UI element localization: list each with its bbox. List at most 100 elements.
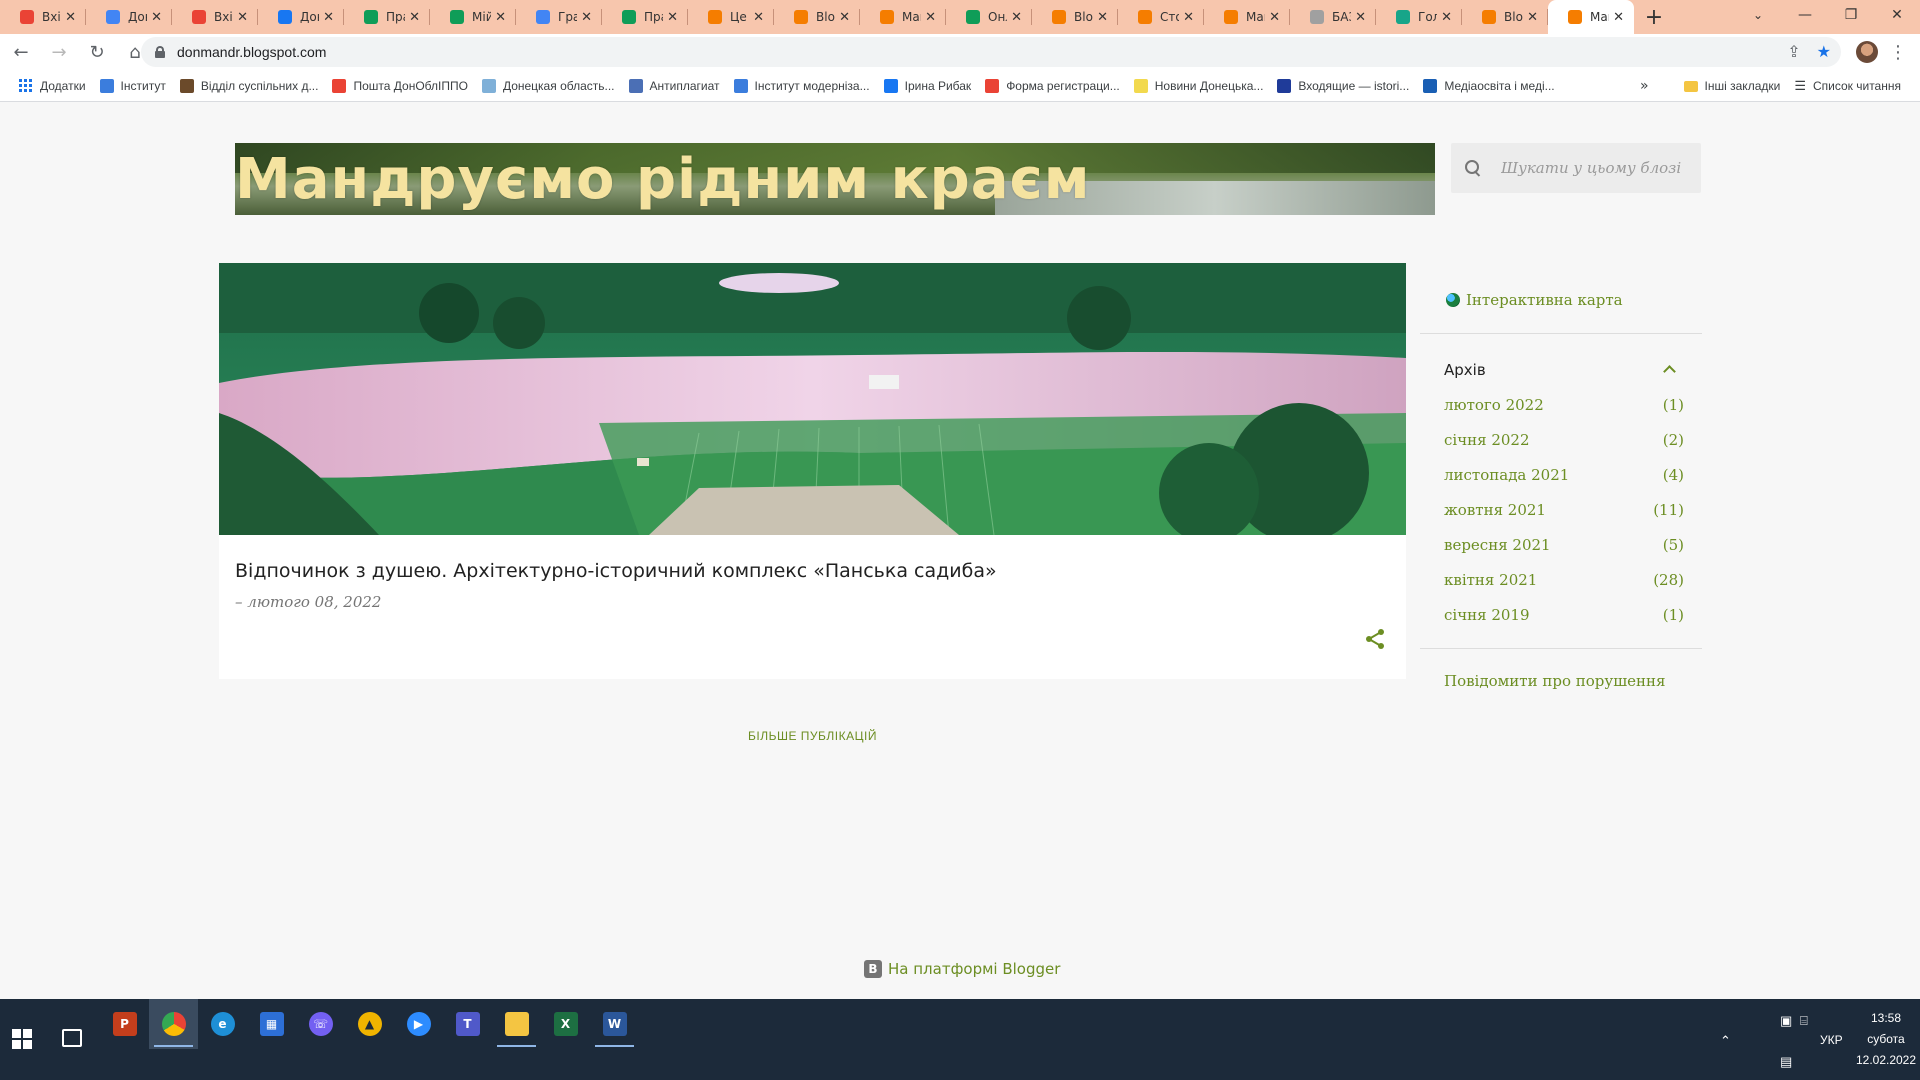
bookmark-item[interactable]: Інститут модернiза... — [727, 74, 877, 98]
bookmark-item[interactable]: Донецкая область... — [475, 74, 622, 98]
taskbar-app[interactable]: e — [198, 999, 247, 1049]
archive-item[interactable]: січня 2019 (1) — [1444, 606, 1684, 641]
blogger-footer-link[interactable]: B На платформі Blogger — [864, 960, 1060, 978]
close-tab-icon[interactable]: ✕ — [925, 10, 936, 25]
browser-tab[interactable]: Ман ✕ — [860, 0, 946, 34]
network-icon[interactable]: ⌸ — [1800, 1013, 1808, 1029]
close-tab-icon[interactable]: ✕ — [753, 10, 764, 25]
archive-item[interactable]: лютого 2022 (1) — [1444, 396, 1684, 431]
browser-tab[interactable]: Дон ✕ — [86, 0, 172, 34]
browser-tab[interactable]: Blog ✕ — [1462, 0, 1548, 34]
apps-shortcut[interactable]: Додатки — [12, 74, 93, 98]
browser-tab[interactable]: Ман ✕ — [1548, 0, 1634, 34]
archive-month[interactable]: вересня 2021 — [1444, 536, 1551, 571]
blog-search[interactable] — [1451, 143, 1701, 193]
close-tab-icon[interactable]: ✕ — [1269, 10, 1280, 25]
close-tab-icon[interactable]: ✕ — [495, 10, 506, 25]
browser-tab[interactable]: БАЗ ✕ — [1290, 0, 1376, 34]
browser-tab[interactable]: Стор✕ — [1118, 0, 1204, 34]
bookmarks-overflow-button[interactable]: » — [1640, 74, 1649, 98]
taskbar-app[interactable] — [149, 999, 198, 1049]
taskbar-app[interactable]: X — [541, 999, 590, 1049]
taskbar-app[interactable]: P — [100, 999, 149, 1049]
browser-tab[interactable]: Це з ✕ — [688, 0, 774, 34]
more-posts-link[interactable]: Більше публікацій — [0, 729, 1625, 743]
browser-tab[interactable]: Мій ✕ — [430, 0, 516, 34]
browser-tab[interactable]: Пра ✕ — [602, 0, 688, 34]
task-view-icon[interactable] — [62, 1029, 82, 1047]
archive-item[interactable]: жовтня 2021 (11) — [1444, 501, 1684, 536]
browser-tab[interactable]: Blog ✕ — [1032, 0, 1118, 34]
browser-tab[interactable]: Blog ✕ — [774, 0, 860, 34]
close-tab-icon[interactable]: ✕ — [1011, 10, 1022, 25]
taskbar-app[interactable]: ▲ — [345, 999, 394, 1049]
archive-item[interactable]: листопада 2021 (4) — [1444, 466, 1684, 501]
close-tab-icon[interactable]: ✕ — [667, 10, 678, 25]
lock-icon[interactable] — [155, 46, 165, 58]
close-tab-icon[interactable]: ✕ — [65, 10, 76, 25]
close-tab-icon[interactable]: ✕ — [1097, 10, 1108, 25]
close-tab-icon[interactable]: ✕ — [1441, 10, 1452, 25]
restore-button[interactable]: ❐ — [1828, 0, 1874, 30]
close-window-button[interactable]: ✕ — [1874, 0, 1920, 30]
search-input[interactable] — [1501, 159, 1691, 177]
close-tab-icon[interactable]: ✕ — [1613, 10, 1624, 25]
archive-title[interactable]: Архів — [1444, 361, 1486, 379]
share-icon[interactable] — [1364, 628, 1386, 650]
blog-header-banner[interactable]: Мандруємо рідним краєм — [235, 143, 1435, 215]
bookmark-item[interactable]: Входящие — istori... — [1270, 74, 1416, 98]
profile-avatar[interactable] — [1856, 41, 1878, 63]
post-title[interactable]: Відпочинок з душею. Архітектурно-історич… — [235, 560, 997, 582]
meet-now-icon[interactable]: ▣ — [1780, 1013, 1792, 1029]
taskbar-app[interactable]: ▶ — [394, 999, 443, 1049]
archive-item[interactable]: січня 2022 (2) — [1444, 431, 1684, 466]
search-icon[interactable] — [1465, 160, 1481, 176]
browser-menu-icon[interactable]: ⋮ — [1889, 40, 1907, 64]
reading-list-button[interactable]: ☰ Список читання — [1787, 74, 1908, 98]
taskbar-app[interactable]: ☏ — [296, 999, 345, 1049]
windows-start-icon[interactable] — [12, 1029, 32, 1049]
browser-tab[interactable]: Вхід ✕ — [0, 0, 86, 34]
clock-date[interactable]: 12.02.2022 — [1850, 1053, 1920, 1067]
browser-tab[interactable]: Дон ✕ — [258, 0, 344, 34]
bookmark-item[interactable]: Новини Донецька... — [1127, 74, 1271, 98]
taskbar-app[interactable] — [492, 999, 541, 1049]
minimize-button[interactable]: — — [1782, 0, 1828, 30]
archive-month[interactable]: квітня 2021 — [1444, 571, 1537, 606]
taskbar-app[interactable]: T — [443, 999, 492, 1049]
post-date[interactable]: – лютого 08, 2022 — [235, 593, 381, 611]
bookmark-item[interactable]: Форма регистраци... — [978, 74, 1127, 98]
interactive-map-link[interactable]: Інтерактивна карта — [1446, 291, 1623, 309]
bookmark-item[interactable]: Антиплагиат — [622, 74, 727, 98]
browser-tab[interactable]: Онл ✕ — [946, 0, 1032, 34]
bookmark-item[interactable]: Пошта ДонОблІППО — [325, 74, 474, 98]
tab-search-icon[interactable]: ⌄ — [1744, 4, 1772, 26]
reload-button[interactable]: ↻ — [80, 36, 114, 68]
back-button[interactable]: ← — [4, 36, 38, 68]
browser-tab[interactable]: Голо✕ — [1376, 0, 1462, 34]
address-bar[interactable]: donmandr.blogspot.com ⇪ ★ — [141, 37, 1841, 67]
archive-month[interactable]: січня 2022 — [1444, 431, 1530, 466]
archive-month[interactable]: січня 2019 — [1444, 606, 1530, 641]
close-tab-icon[interactable]: ✕ — [409, 10, 420, 25]
post-image[interactable] — [219, 263, 1406, 535]
close-tab-icon[interactable]: ✕ — [151, 10, 162, 25]
close-tab-icon[interactable]: ✕ — [1355, 10, 1366, 25]
bookmark-star-icon[interactable]: ★ — [1817, 42, 1831, 61]
report-abuse-link[interactable]: Повідомити про порушення — [1444, 672, 1665, 690]
taskbar-app[interactable]: ▦ — [247, 999, 296, 1049]
archive-month[interactable]: жовтня 2021 — [1444, 501, 1546, 536]
browser-tab[interactable]: Граф✕ — [516, 0, 602, 34]
new-tab-button[interactable]: + — [1634, 0, 1674, 34]
archive-item[interactable]: вересня 2021 (5) — [1444, 536, 1684, 571]
browser-tab[interactable]: Вхід ✕ — [172, 0, 258, 34]
share-page-icon[interactable]: ⇪ — [1787, 42, 1800, 61]
archive-item[interactable]: квітня 2021 (28) — [1444, 571, 1684, 606]
blog-title[interactable]: Мандруємо рідним краєм — [235, 147, 1091, 212]
tray-overflow-icon[interactable]: ⌃ — [1720, 1033, 1731, 1049]
close-tab-icon[interactable]: ✕ — [581, 10, 592, 25]
clock-day[interactable]: субота — [1860, 1032, 1912, 1046]
bookmark-item[interactable]: Медіаосвіта і меді... — [1416, 74, 1561, 98]
close-tab-icon[interactable]: ✕ — [237, 10, 248, 25]
close-tab-icon[interactable]: ✕ — [839, 10, 850, 25]
